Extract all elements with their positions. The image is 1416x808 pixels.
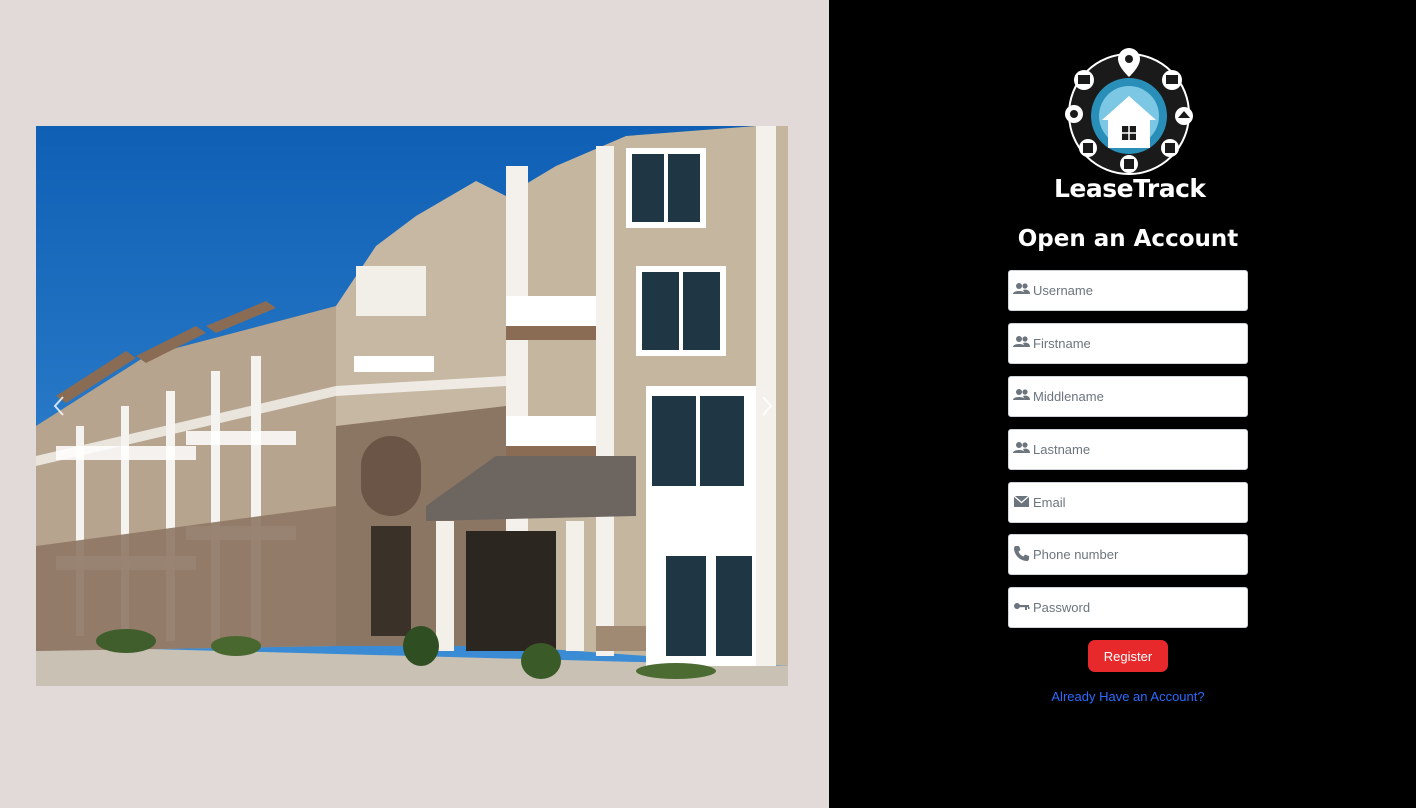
phone-input[interactable] bbox=[1033, 535, 1245, 574]
users-icon bbox=[1013, 336, 1030, 347]
email-input[interactable] bbox=[1033, 483, 1245, 522]
carousel-prev-button[interactable] bbox=[44, 391, 74, 421]
envelope-icon bbox=[1013, 495, 1030, 507]
already-have-account-link[interactable]: Already Have an Account? bbox=[829, 689, 1416, 704]
register-button[interactable]: Register bbox=[1088, 640, 1168, 672]
apartment-building-image bbox=[36, 126, 788, 686]
key-icon bbox=[1014, 603, 1030, 610]
lastname-field bbox=[1008, 429, 1248, 470]
phone-field bbox=[1008, 534, 1248, 575]
users-icon bbox=[1013, 389, 1030, 400]
brand-logo: LeaseTrack bbox=[1054, 44, 1206, 206]
password-field bbox=[1008, 587, 1248, 628]
username-input[interactable] bbox=[1033, 271, 1245, 310]
brand-name: LeaseTrack bbox=[1054, 174, 1206, 203]
left-panel bbox=[0, 0, 829, 808]
carousel-next-button[interactable] bbox=[752, 391, 782, 421]
users-icon bbox=[1013, 283, 1030, 294]
firstname-input[interactable] bbox=[1033, 324, 1245, 363]
users-icon bbox=[1013, 442, 1030, 453]
image-carousel bbox=[36, 126, 788, 686]
phone-icon bbox=[1014, 546, 1029, 561]
chevron-left-icon bbox=[53, 396, 64, 416]
password-input[interactable] bbox=[1033, 588, 1245, 627]
email-field bbox=[1008, 482, 1248, 523]
registration-panel: LeaseTrack Open an Account Username Firs… bbox=[829, 0, 1416, 808]
middlename-field bbox=[1008, 376, 1248, 417]
house-network-logo-icon bbox=[1065, 48, 1193, 175]
lastname-input[interactable] bbox=[1033, 430, 1245, 469]
chevron-right-icon bbox=[762, 396, 773, 416]
form-title: Open an Account bbox=[1017, 226, 1239, 252]
firstname-field bbox=[1008, 323, 1248, 364]
username-field bbox=[1008, 270, 1248, 311]
middlename-input[interactable] bbox=[1033, 377, 1245, 416]
